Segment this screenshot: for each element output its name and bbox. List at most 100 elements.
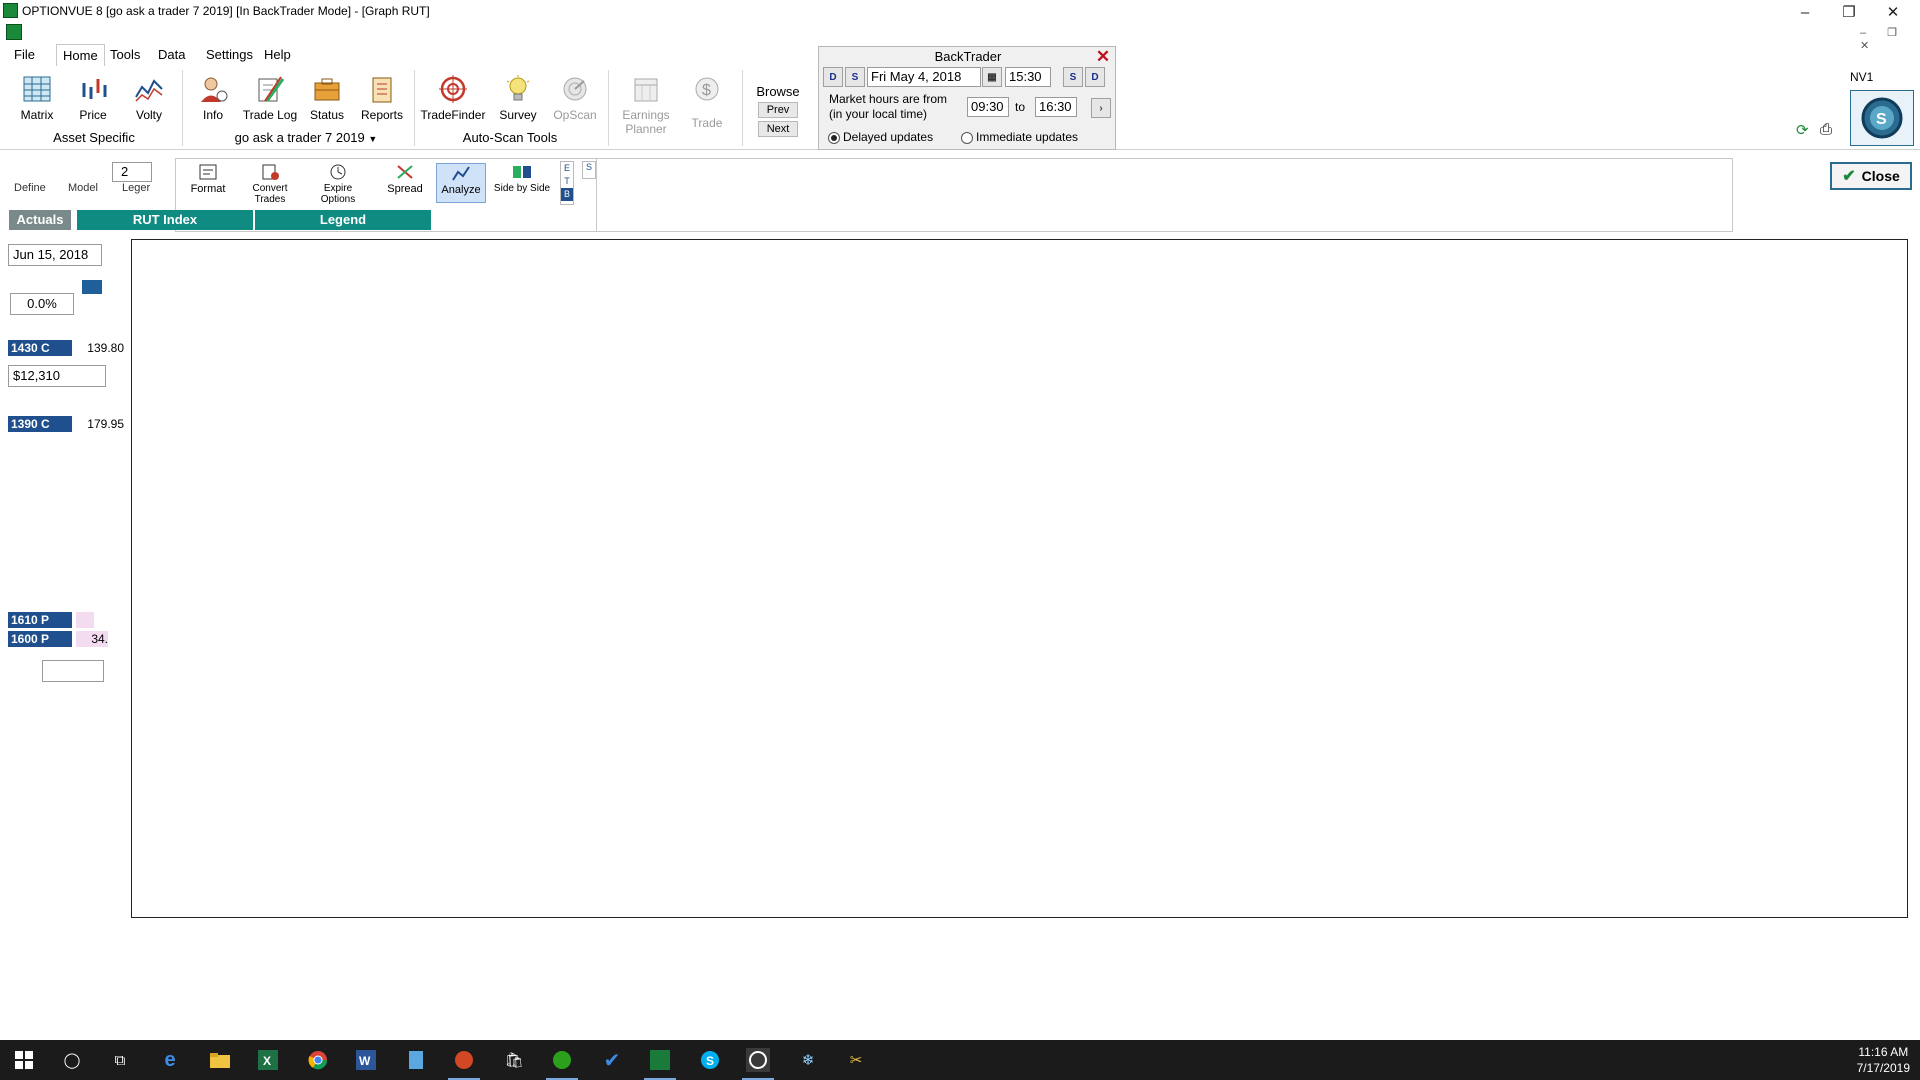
- tab-leger[interactable]: Leger: [122, 182, 150, 198]
- pnl-field[interactable]: $12,310: [8, 365, 106, 387]
- radar-icon: [560, 74, 590, 104]
- portfolio-dropdown[interactable]: go ask a trader 7 2019 ▼: [194, 130, 418, 145]
- refresh-icon[interactable]: ⟳: [1796, 121, 1816, 141]
- todo-check-icon[interactable]: ✔: [600, 1048, 624, 1072]
- maximize-button[interactable]: ❐: [1826, 0, 1872, 24]
- nv-label: NV1: [1850, 70, 1874, 84]
- volty-button[interactable]: Volty: [122, 74, 176, 132]
- close-graph-button[interactable]: ✔ Close: [1830, 162, 1912, 190]
- matrix-button[interactable]: Matrix: [10, 74, 64, 132]
- immediate-updates-radio[interactable]: [961, 132, 973, 144]
- trade-button[interactable]: $ Trade: [680, 74, 734, 132]
- spread-button[interactable]: Spread: [384, 163, 426, 203]
- mdi-window-controls[interactable]: – ❐ ✕: [1860, 26, 1920, 52]
- tab-actuals[interactable]: Actuals: [9, 210, 71, 230]
- market-close-field[interactable]: 16:30: [1035, 97, 1077, 117]
- graph-area[interactable]: [131, 239, 1908, 918]
- backtrader-date-field[interactable]: Fri May 4, 2018: [867, 67, 981, 87]
- format-button[interactable]: Format: [186, 163, 230, 203]
- format-label: Format: [190, 183, 226, 195]
- leg-1600p[interactable]: 1600 P: [8, 631, 72, 647]
- price-label: Price: [79, 108, 107, 122]
- forward-day-button[interactable]: D: [1085, 67, 1105, 87]
- green-app-icon[interactable]: [644, 1048, 676, 1080]
- task-view-icon[interactable]: ⧉: [108, 1048, 132, 1072]
- excel-icon[interactable]: X: [256, 1048, 280, 1072]
- menu-file[interactable]: File: [8, 44, 41, 66]
- evaluation-date-field[interactable]: Jun 15, 2018: [8, 244, 102, 266]
- menu-help[interactable]: Help: [258, 44, 297, 66]
- menu-home[interactable]: Home: [56, 44, 105, 66]
- menu-tools[interactable]: Tools: [104, 44, 146, 66]
- skype-icon[interactable]: S: [698, 1048, 722, 1072]
- earnings-planner-button[interactable]: Earnings Planner: [616, 74, 676, 136]
- status-button[interactable]: Status: [300, 74, 354, 132]
- tab-legend[interactable]: Legend: [255, 210, 431, 230]
- quickbooks-icon[interactable]: [546, 1048, 578, 1080]
- menu-settings[interactable]: Settings: [200, 44, 259, 66]
- windows-start-icon[interactable]: [12, 1048, 36, 1072]
- browse-prev-button[interactable]: Prev: [758, 102, 798, 118]
- market-open-field[interactable]: 09:30: [967, 97, 1009, 117]
- expand-arrow-icon[interactable]: ›: [1091, 98, 1111, 118]
- snowflake-app-icon[interactable]: ❄: [796, 1048, 820, 1072]
- tab-define[interactable]: Define: [14, 182, 46, 198]
- matrix-icon: [22, 74, 52, 104]
- convert-trades-button[interactable]: Convert Trades: [238, 163, 302, 205]
- mdi-app-icon[interactable]: [6, 24, 22, 40]
- forward-step-button[interactable]: S: [1063, 67, 1083, 87]
- earnings-calendar-icon: [631, 74, 661, 104]
- reports-icon: [367, 74, 397, 104]
- tradefinder-button[interactable]: TradeFinder: [420, 74, 486, 132]
- expire-options-button[interactable]: Expire Options: [306, 163, 370, 205]
- word-icon[interactable]: W: [354, 1048, 378, 1072]
- search-icon[interactable]: ◯: [60, 1048, 84, 1072]
- analyze-button[interactable]: Analyze: [436, 163, 486, 203]
- print-icon[interactable]: ⎙: [1820, 121, 1840, 141]
- back-step-button[interactable]: S: [845, 67, 865, 87]
- color-swatch[interactable]: [82, 280, 102, 294]
- taskbar: ◯ ⧉ e X W 🛍 ✔ S ❄ ✂ 11:16 AM 7/17/2019: [0, 1040, 1920, 1080]
- calendar-icon[interactable]: ▦: [982, 67, 1002, 87]
- optionvue-taskbar-icon[interactable]: [742, 1048, 774, 1080]
- tab-rut-index[interactable]: RUT Index: [77, 210, 253, 230]
- close-window-button[interactable]: ✕: [1870, 0, 1916, 24]
- backtrader-time-field[interactable]: 15:30: [1005, 67, 1051, 87]
- mini-toggle-t[interactable]: T: [561, 175, 573, 188]
- price-button[interactable]: Price: [66, 74, 120, 132]
- leg-1390c[interactable]: 1390 C: [8, 416, 72, 432]
- backtrader-close-icon[interactable]: ✕: [1093, 47, 1113, 66]
- menu-data[interactable]: Data: [152, 44, 191, 66]
- mini-toggle-b[interactable]: B: [561, 188, 573, 201]
- system-clock[interactable]: 11:16 AM 7/17/2019: [1857, 1044, 1910, 1076]
- tools-app-icon[interactable]: ✂: [844, 1048, 868, 1072]
- file-explorer-icon[interactable]: [208, 1048, 232, 1072]
- blank-input-field[interactable]: [42, 660, 104, 682]
- survey-button[interactable]: Survey: [491, 74, 545, 132]
- powerpoint-icon[interactable]: [448, 1048, 480, 1080]
- info-button[interactable]: Info: [186, 74, 240, 132]
- reports-button[interactable]: Reports: [355, 74, 409, 132]
- mini-toggle-e[interactable]: E: [561, 162, 573, 175]
- side-by-side-button[interactable]: Side by Side: [492, 163, 552, 203]
- back-day-button[interactable]: D: [823, 67, 843, 87]
- leg-1430c[interactable]: 1430 C: [8, 340, 72, 356]
- opscan-button[interactable]: OpScan: [548, 74, 602, 132]
- percent-change-field[interactable]: 0.0%: [10, 293, 74, 315]
- edge-browser-icon[interactable]: e: [158, 1048, 182, 1072]
- leg-1610p[interactable]: 1610 P: [8, 612, 72, 628]
- tab-model[interactable]: Model: [68, 182, 98, 198]
- trade-log-icon: [255, 74, 285, 104]
- delayed-updates-radio[interactable]: [828, 132, 840, 144]
- mini-toggle-group[interactable]: E T B: [560, 161, 574, 205]
- notepad-icon[interactable]: [404, 1048, 428, 1072]
- chrome-icon[interactable]: [306, 1048, 330, 1072]
- leg-count-spinner[interactable]: 2: [112, 162, 152, 182]
- browse-next-button[interactable]: Next: [758, 121, 798, 137]
- analyze-chart-icon: [451, 164, 471, 182]
- mini-toggle-s[interactable]: S: [582, 161, 596, 179]
- nv-logo[interactable]: S: [1850, 90, 1914, 146]
- store-icon[interactable]: 🛍: [502, 1048, 526, 1072]
- trade-log-button[interactable]: Trade Log: [242, 74, 298, 132]
- minimize-button[interactable]: –: [1782, 0, 1828, 24]
